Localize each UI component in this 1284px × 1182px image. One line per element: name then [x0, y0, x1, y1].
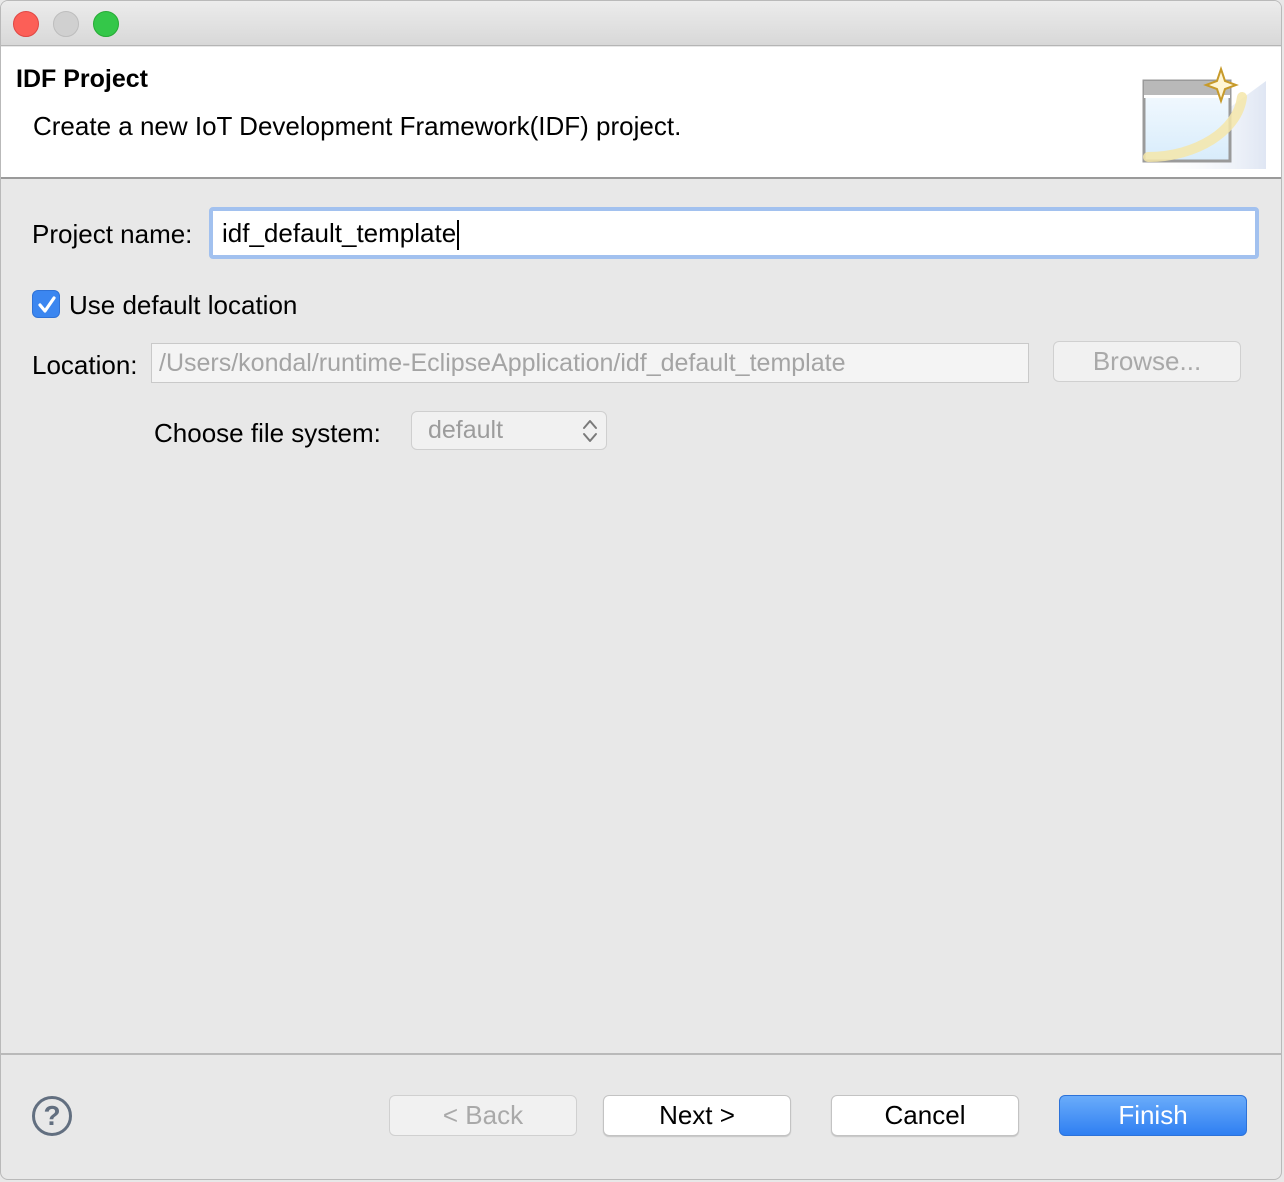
finish-button[interactable]: Finish [1059, 1095, 1247, 1136]
wizard-description: Create a new IoT Development Framework(I… [33, 111, 682, 141]
title-bar [1, 1, 1281, 46]
question-mark-icon[interactable]: ? [32, 1096, 72, 1136]
close-window-button[interactable] [13, 11, 39, 37]
file-system-value: default [428, 416, 504, 444]
next-button[interactable]: Next > [603, 1095, 791, 1136]
use-default-location-label[interactable]: Use default location [69, 290, 297, 321]
wizard-banner: IDF Project Create a new IoT Development… [1, 47, 1281, 179]
back-button[interactable]: < Back [389, 1095, 577, 1136]
project-name-label: Project name: [32, 219, 193, 249]
project-name-value: idf_default_template [222, 218, 457, 248]
location-input[interactable]: /Users/kondal/runtime-EclipseApplication… [151, 343, 1029, 383]
file-system-select[interactable]: default [411, 411, 607, 450]
footer-divider [1, 1053, 1281, 1055]
zoom-window-button[interactable] [93, 11, 119, 37]
browse-button[interactable]: Browse... [1053, 341, 1241, 382]
chevron-up-down-icon [583, 420, 597, 442]
minimize-window-button[interactable] [53, 11, 79, 37]
text-caret [457, 220, 460, 251]
location-label: Location: [32, 350, 138, 380]
checkmark-icon [38, 296, 56, 313]
file-system-label: Choose file system: [154, 418, 381, 448]
wizard-title: IDF Project [16, 65, 148, 93]
cancel-button[interactable]: Cancel [831, 1095, 1019, 1136]
project-name-input[interactable]: idf_default_template [209, 207, 1259, 259]
new-project-wizard-icon [1142, 65, 1266, 169]
new-project-dialog: IDF Project Create a new IoT Development… [0, 0, 1282, 1180]
use-default-location-checkbox[interactable] [32, 290, 60, 318]
